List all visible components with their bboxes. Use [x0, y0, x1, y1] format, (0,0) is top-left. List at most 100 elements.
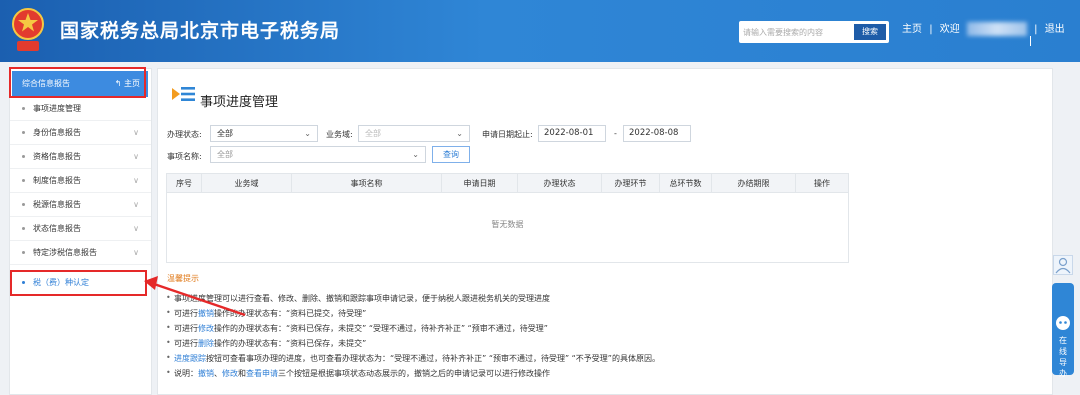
- date-from-input[interactable]: 2022-08-01: [538, 125, 606, 142]
- home-link[interactable]: 主页: [902, 24, 922, 35]
- sidebar-item-tax-source[interactable]: 税源信息报告 ∨: [10, 193, 151, 217]
- tip-line: 说明：撤销、修改和查看申请三个按钮是根据事项状态动态展示的，撤销之后的申请记录可…: [166, 368, 550, 379]
- page-title: 事项进度管理: [200, 95, 279, 110]
- tip-keyword: 查看申请: [246, 369, 278, 378]
- chevron-down-icon: ∨: [133, 176, 139, 185]
- item-name-select[interactable]: 全部 ⌄: [210, 146, 426, 163]
- bullet-icon: [22, 107, 25, 110]
- sidebar-item-identity[interactable]: 身份信息报告 ∨: [10, 121, 151, 145]
- chevron-down-icon: ∨: [133, 248, 139, 257]
- robot-icon: [1056, 316, 1070, 330]
- tip-text: 可进行: [174, 339, 198, 348]
- table-header-cell: 申请日期: [442, 174, 518, 193]
- table-header-cell: 事项名称: [292, 174, 442, 193]
- table-header-cell: 序号: [167, 174, 202, 193]
- chevron-down-icon: ⌄: [412, 150, 419, 159]
- tip-text: 三个按钮是根据事项状态动态展示的，撤销之后的申请记录可以进行修改操作: [278, 369, 550, 378]
- bullet-icon: [22, 179, 25, 182]
- tip-text: 和: [238, 369, 246, 378]
- domain-select-value: 全部: [365, 129, 381, 138]
- main-panel: 事项进度管理 办理状态: 全部 ⌄ 业务域: 全部 ⌄ 申请日期起止: 2022…: [157, 68, 1053, 395]
- sidebar-item-label: 特定涉税信息报告: [33, 248, 97, 257]
- top-links: 主页 | 欢迎 | 退出: [902, 20, 1069, 36]
- status-select-value: 全部: [217, 129, 233, 138]
- separator-line: [1030, 36, 1031, 46]
- tip-keyword: 删除: [198, 339, 214, 348]
- link-separator: |: [929, 24, 933, 35]
- bullet-icon: [22, 203, 25, 206]
- search-box: 搜索: [739, 21, 889, 43]
- status-filter-label: 办理状态:: [167, 130, 202, 139]
- tip-line: 可进行修改操作的办理状态有：“资料已保存，未提交” “受理不通过，待补齐补正” …: [166, 323, 548, 334]
- welcome-text: 欢迎: [939, 24, 960, 35]
- sidebar-item-label: 制度信息报告: [33, 176, 81, 185]
- sidebar-item-qualification[interactable]: 资格信息报告 ∨: [10, 145, 151, 169]
- results-table: 序号 业务域 事项名称 申请日期 办理状态 办理环节 总环节数 办结期限 操作 …: [166, 173, 849, 263]
- chevron-down-icon: ∨: [133, 128, 139, 137]
- user-avatar-icon[interactable]: [1053, 255, 1073, 275]
- table-header-cell: 办理状态: [518, 174, 602, 193]
- tip-text: 、: [214, 369, 222, 378]
- table-header: 序号 业务域 事项名称 申请日期 办理状态 办理环节 总环节数 办结期限 操作: [167, 174, 848, 193]
- tip-keyword: 修改: [198, 324, 214, 333]
- tip-line: 可进行删除操作的办理状态有：“资料已保存，未提交”: [166, 338, 367, 349]
- annotation-arrow-icon: [144, 276, 246, 317]
- tip-text: 按钮可查看事项办理的进度，也可查看办理状态为：“受理不通过，待补齐补正” “预审…: [206, 354, 660, 363]
- online-guide-button[interactable]: 在线导办: [1052, 283, 1074, 378]
- sidebar-item-status[interactable]: 状态信息报告 ∨: [10, 217, 151, 241]
- sidebar-item-progress[interactable]: 事项进度管理: [10, 97, 151, 121]
- chevron-down-icon: ∨: [133, 224, 139, 233]
- online-guide-label: 在线导办: [1059, 336, 1067, 378]
- table-header-cell: 操作: [814, 179, 830, 188]
- tip-keyword: 撤销: [198, 369, 214, 378]
- search-input[interactable]: [743, 24, 849, 40]
- domain-select[interactable]: 全部 ⌄: [358, 125, 470, 142]
- status-select[interactable]: 全部 ⌄: [210, 125, 318, 142]
- empty-state-text: 暂无数据: [491, 220, 524, 229]
- sidebar-item-specific-tax[interactable]: 特定涉税信息报告 ∨: [10, 241, 151, 265]
- site-title: 国家税务总局北京市电子税务局: [60, 20, 341, 42]
- link-separator: |: [1034, 24, 1038, 35]
- annotation-highlight-box: [10, 270, 147, 296]
- sidebar-item-label: 事项进度管理: [33, 104, 81, 113]
- user-name-blurred: [966, 22, 1027, 36]
- date-range-dash: -: [614, 129, 617, 138]
- table-header-cell: 办理环节: [602, 174, 660, 193]
- bullet-icon: [22, 251, 25, 254]
- bullet-icon: [22, 155, 25, 158]
- logout-link[interactable]: 退出: [1045, 24, 1065, 35]
- tip-text: 可进行: [174, 324, 198, 333]
- chevron-down-icon: ∨: [133, 200, 139, 209]
- chevron-down-icon: ⌄: [456, 129, 463, 138]
- tip-text: 操作的办理状态有：“资料已保存，未提交”: [214, 339, 367, 348]
- item-name-label: 事项名称:: [167, 152, 202, 161]
- search-button[interactable]: 搜索: [854, 24, 886, 40]
- tip-text: 说明：: [174, 369, 198, 378]
- list-icon: [172, 87, 195, 101]
- tip-line: 进度跟踪按钮可查看事项办理的进度，也可查看办理状态为：“受理不通过，待补齐补正”…: [166, 353, 660, 364]
- bullet-icon: [22, 131, 25, 134]
- bullet-icon: [22, 227, 25, 230]
- table-header-cell: 总环节数: [660, 174, 712, 193]
- sidebar-item-system[interactable]: 制度信息报告 ∨: [10, 169, 151, 193]
- sidebar-item-label: 状态信息报告: [33, 224, 81, 233]
- table-header-cell: 业务域: [202, 174, 292, 193]
- tip-text: 操作的办理状态有：“资料已保存，未提交” “受理不通过，待补齐补正” “预审不通…: [214, 324, 548, 333]
- tip-keyword: 修改: [222, 369, 238, 378]
- query-button[interactable]: 查询: [432, 146, 470, 163]
- annotation-highlight-box: [9, 67, 146, 98]
- sidebar: 综合信息报告 ↰ 主页 事项进度管理 身份信息报告 ∨ 资格信息报告 ∨ 制度信…: [9, 68, 152, 395]
- sidebar-item-label: 税源信息报告: [33, 200, 81, 209]
- date-to-input[interactable]: 2022-08-08: [623, 125, 691, 142]
- chevron-down-icon: ⌄: [304, 129, 311, 138]
- sidebar-item-label: 资格信息报告: [33, 152, 81, 161]
- domain-filter-label: 业务域:: [326, 130, 353, 139]
- online-guide-widget[interactable]: 在线导办: [1052, 255, 1074, 378]
- national-emblem-icon: [12, 8, 44, 51]
- chevron-down-icon: ∨: [133, 152, 139, 161]
- item-name-select-value: 全部: [217, 150, 233, 159]
- table-header-cell: 办结期限: [712, 174, 796, 193]
- date-range-label: 申请日期起止:: [482, 130, 533, 139]
- sidebar-item-label: 身份信息报告: [33, 128, 81, 137]
- tip-keyword: 进度跟踪: [174, 354, 206, 363]
